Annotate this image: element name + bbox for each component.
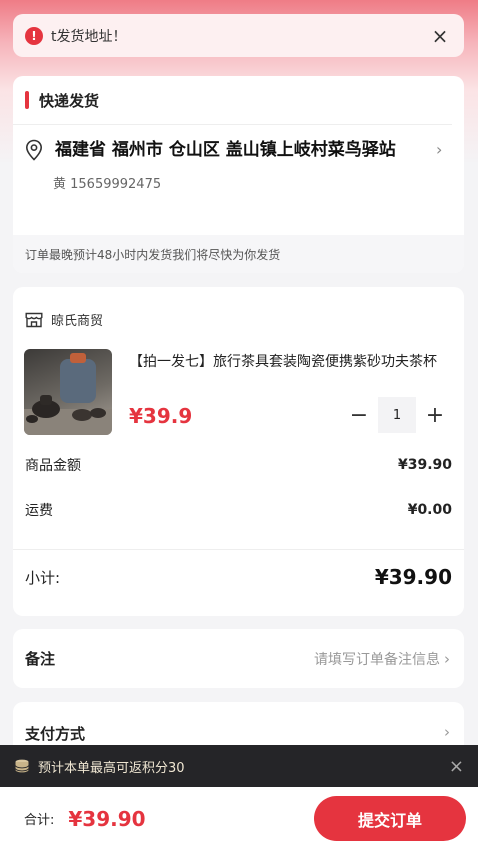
tea-set-illustration <box>24 353 112 435</box>
subtotal-label: 小计: <box>25 568 61 587</box>
address-notice-banner: ! t发货地址！ × <box>13 14 464 57</box>
submit-order-button[interactable]: 提交订单 <box>314 796 466 841</box>
subtotal-row: 小计: ¥39.90 <box>25 565 452 589</box>
subtotal-value: ¥39.90 <box>374 565 452 589</box>
quantity-stepper: − 1 + <box>344 397 450 433</box>
delivery-eta-text: 订单最晚预计48小时内发货我们将尽快为你发货 <box>13 235 464 273</box>
chevron-right-icon: › <box>444 723 450 741</box>
goods-amount-label: 商品金额 <box>25 458 81 474</box>
decrease-quantity-button[interactable]: − <box>344 403 374 428</box>
store-icon <box>25 312 43 327</box>
exclamation-icon: ! <box>25 26 43 45</box>
points-tip-bar: 预计本单最高可返积分30 × <box>0 745 478 787</box>
product-price: ¥39.9 <box>129 404 193 428</box>
address-text: 福建省 福州市 仓山区 盖山镇上岐村菜鸟驿站 <box>55 140 396 160</box>
product-title[interactable]: 【拍一发七】旅行茶具套装陶瓷便携紫砂功夫茶杯 <box>129 351 439 371</box>
total-value: ¥39.90 <box>68 806 146 831</box>
shipping-method-title: 快递发货 <box>39 91 100 110</box>
address-row[interactable]: 福建省 福州市 仓山区 盖山镇上岐村菜鸟驿站 › <box>13 125 464 163</box>
remark-placeholder: 请填写订单备注信息 <box>314 651 440 668</box>
payment-method-label: 支付方式 <box>25 725 86 743</box>
increase-quantity-button[interactable]: + <box>420 403 450 428</box>
product-item: 【拍一发七】旅行茶具套装陶瓷便携紫砂功夫茶杯 ¥39.9 − 1 + <box>13 333 464 435</box>
checkout-bar: 合计: ¥39.90 提交订单 <box>0 787 478 850</box>
coins-icon <box>15 759 29 773</box>
order-card: 晾氏商贸 【拍一发七】旅行茶具套装陶瓷便携紫砂功夫茶杯 ¥39.9 − 1 + … <box>13 287 464 616</box>
divider <box>13 549 464 550</box>
shop-name: 晾氏商贸 <box>51 314 104 329</box>
recipient-phone: 黄 15659992475 <box>53 177 162 192</box>
shipping-fee-row: 运费 ¥0.00 <box>25 500 452 520</box>
title-accent-bar <box>25 91 29 109</box>
product-image[interactable] <box>24 349 112 435</box>
remark-label: 备注 <box>25 650 56 668</box>
location-pin-icon <box>25 139 43 161</box>
chevron-right-icon: › <box>436 140 443 159</box>
shipping-fee-label: 运费 <box>25 503 53 519</box>
notice-text: t发货地址！ <box>51 28 127 45</box>
close-icon[interactable]: × <box>430 24 450 48</box>
shipping-fee-value: ¥0.00 <box>407 502 452 518</box>
shop-row: 晾氏商贸 <box>13 287 464 333</box>
quantity-value[interactable]: 1 <box>378 397 416 433</box>
remark-row[interactable]: 备注 请填写订单备注信息 › <box>13 629 464 688</box>
shipping-title-row: 快递发货 <box>13 76 452 125</box>
chevron-right-icon: › <box>444 649 450 668</box>
shipping-address-card: 快递发货 福建省 福州市 仓山区 盖山镇上岐村菜鸟驿站 › 黄 15659992… <box>13 76 464 273</box>
points-tip-text: 预计本单最高可返积分30 <box>38 760 185 776</box>
total-label: 合计: <box>24 813 55 828</box>
goods-amount-row: 商品金额 ¥39.90 <box>25 455 452 475</box>
close-icon[interactable]: × <box>449 756 464 777</box>
goods-amount-value: ¥39.90 <box>397 457 452 473</box>
